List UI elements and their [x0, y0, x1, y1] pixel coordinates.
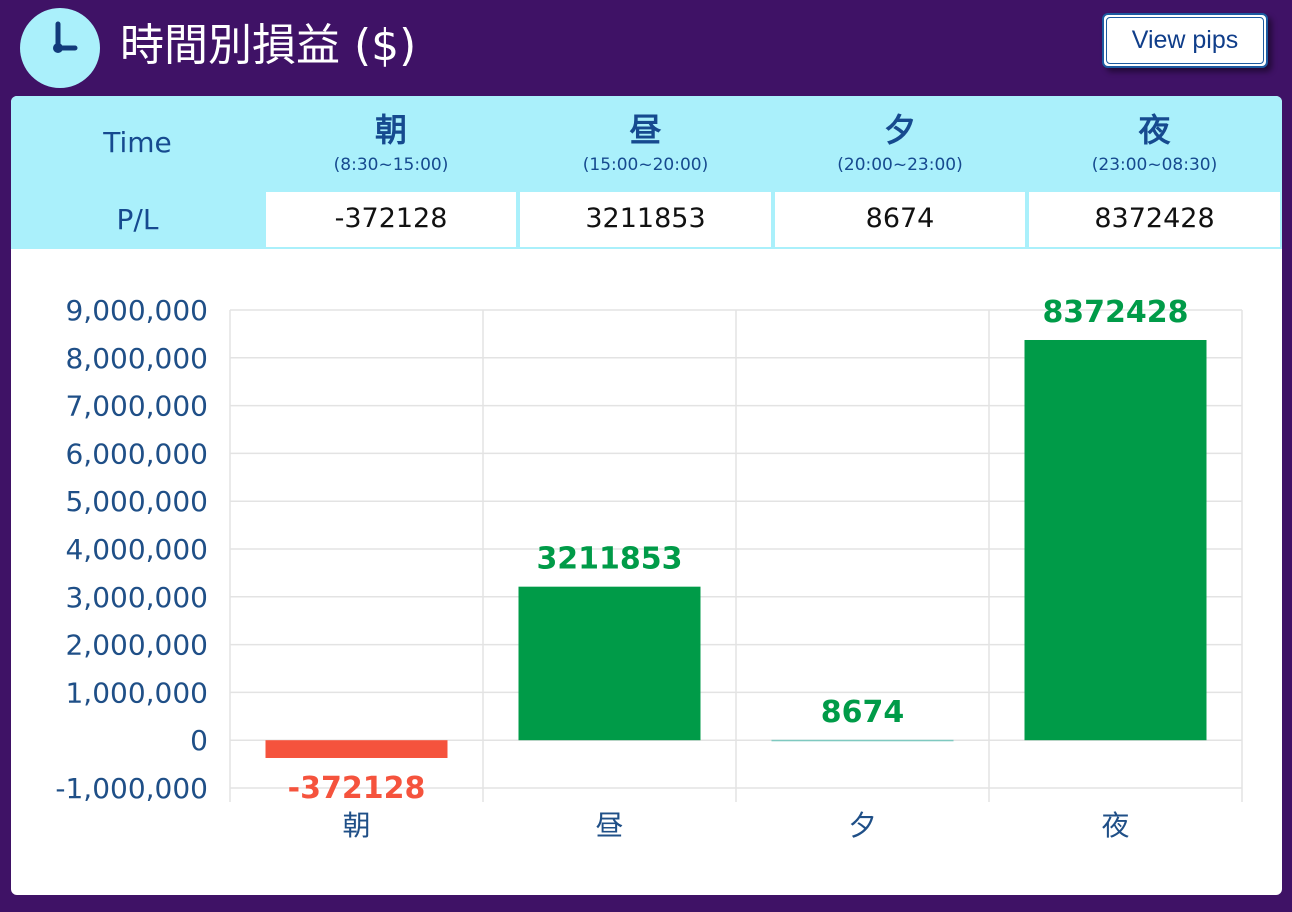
y-tick-label: -1,000,000 — [55, 772, 208, 805]
x-tick-label: 昼 — [595, 809, 623, 842]
data-label: 8372428 — [1042, 295, 1188, 330]
x-tick-label: 夕 — [848, 809, 876, 842]
y-tick-label: 6,000,000 — [65, 437, 208, 470]
y-tick-label: 1,000,000 — [65, 676, 208, 709]
page-title: 時間別損益 ($) — [120, 20, 417, 71]
bar — [265, 740, 448, 758]
y-tick-label: 3,000,000 — [65, 581, 208, 614]
x-tick-label: 朝 — [342, 809, 370, 842]
y-tick-label: 2,000,000 — [65, 629, 208, 662]
y-tick-label: 7,000,000 — [65, 390, 208, 423]
y-tick-label: 8,000,000 — [65, 342, 208, 375]
pl-bar-chart: 9,000,000 8,000,000 7,000,000 6,000,000 5,00… — [55, 294, 1243, 842]
data-label: -372128 — [288, 771, 426, 806]
view-pips-button-border — [1106, 17, 1264, 64]
y-tick-label: 9,000,000 — [65, 294, 208, 327]
data-label: 3211853 — [536, 542, 682, 577]
x-tick-label: 夜 — [1101, 809, 1129, 842]
data-label: 8674 — [821, 695, 905, 730]
y-tick-label: 4,000,000 — [65, 533, 208, 566]
bar — [518, 586, 701, 741]
y-tick-label: 0 — [190, 724, 208, 757]
view-pips-button[interactable]: View pips — [1102, 13, 1268, 68]
clock-icon — [20, 8, 100, 88]
header: 時間別損益 ($) View pips — [0, 0, 1292, 96]
pl-panel: Time 朝 (8:30~15:00) 昼 (15:00~20:00) 夕 (2… — [11, 96, 1282, 895]
bar — [1024, 339, 1207, 741]
y-tick-label: 5,000,000 — [65, 485, 208, 518]
bar — [771, 739, 954, 742]
